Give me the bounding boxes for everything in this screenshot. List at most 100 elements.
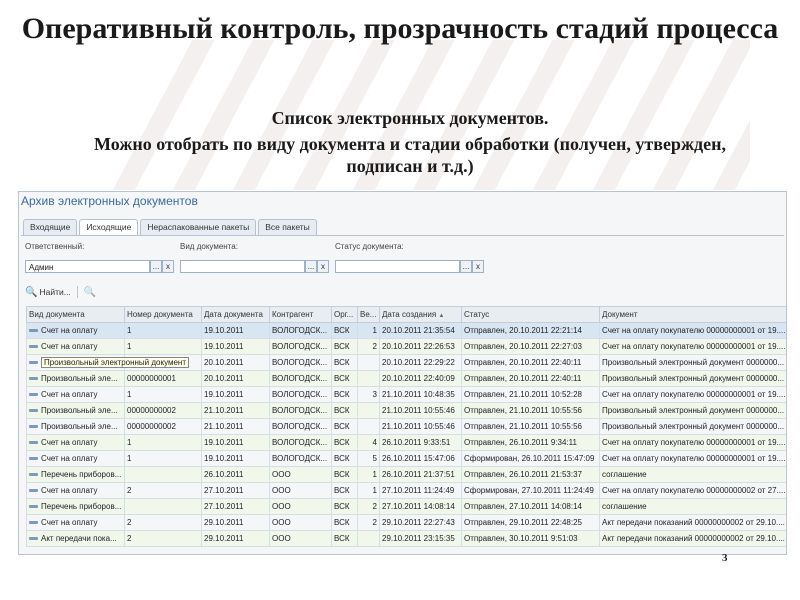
- cell-created: 27.10.2011 11:24:49: [379, 482, 462, 499]
- cell-status: Отправлен, 20.10.2011 22:40:11: [461, 354, 600, 371]
- status-select-button[interactable]: ...: [460, 260, 472, 273]
- col-document[interactable]: Документ: [599, 306, 786, 323]
- cell-created: 27.10.2011 14:08:14: [379, 498, 462, 515]
- doc-type-text: Счет на оплату: [41, 518, 98, 527]
- cell-document: Акт передачи показаний 00000000002 от 29…: [599, 514, 786, 531]
- cell-doc-type: Счет на оплату: [26, 322, 125, 339]
- table-row[interactable]: Произвольный эле... 00000000001 20.10.2011…: [26, 370, 786, 387]
- cancel-search-icon[interactable]: 🔍: [84, 287, 96, 298]
- cell-version: 4: [357, 434, 380, 451]
- cell-version: [357, 530, 380, 547]
- documents-table: Вид документа Номер документа Дата докум…: [26, 306, 786, 547]
- responsible-label: Ответственный:: [25, 242, 85, 251]
- cell-version: 2: [357, 498, 380, 515]
- cell-counterparty: ООО: [269, 498, 332, 515]
- col-doc-date[interactable]: Дата документа: [201, 306, 270, 323]
- responsible-field[interactable]: Админ: [25, 260, 150, 273]
- cell-doc-number: 1: [124, 450, 202, 467]
- status-field[interactable]: [335, 260, 460, 273]
- doc-type-text: Произвольный эле...: [41, 422, 118, 431]
- tab-unpacked-packages[interactable]: Нераспакованные пакеты: [140, 219, 257, 235]
- cell-doc-type: Произвольный эле...: [26, 370, 125, 387]
- table-row[interactable]: Счет на оплату 1 19.10.2011 ВОЛОГОДСК... ВСК…: [26, 386, 786, 403]
- cell-status: Отправлен, 21.10.2011 10:52:28: [461, 386, 600, 403]
- cell-org: ВСК: [331, 386, 358, 403]
- cell-doc-type: Произвольный электронный документ: [26, 354, 190, 371]
- doc-type-text: Перечень приборов...: [41, 502, 122, 511]
- cell-counterparty: ВОЛОГОДСК...: [269, 386, 332, 403]
- cell-doc-number: 2: [124, 514, 202, 531]
- col-org[interactable]: Орг...: [331, 306, 358, 323]
- cell-version: [357, 418, 380, 435]
- doc-type-text: Счет на оплату: [41, 438, 98, 447]
- cell-document: Счет на оплату покупателю 00000000001 от…: [599, 322, 786, 339]
- cell-doc-number: 00000000001: [124, 370, 202, 387]
- table-row[interactable]: Перечень приборов... 27.10.2011 ООО ВСК 2 27.…: [26, 498, 786, 515]
- table-row[interactable]: Счет на оплату 2 27.10.2011 ООО ВСК 1 27.10.20…: [26, 482, 786, 499]
- table-row[interactable]: Счет на оплату 1 19.10.2011 ВОЛОГОДСК... ВСК…: [26, 322, 786, 339]
- col-status[interactable]: Статус: [461, 306, 600, 323]
- doc-type-text: Акт передачи пока...: [41, 534, 117, 543]
- table-row[interactable]: Перечень приборов... 26.10.2011 ООО ВСК 1 26.…: [26, 466, 786, 483]
- cell-doc-date: 19.10.2011: [201, 322, 270, 339]
- table-row[interactable]: Счет на оплату 1 19.10.2011 ВОЛОГОДСК... ВСК…: [26, 450, 786, 467]
- document-icon: [29, 393, 38, 397]
- tab-outgoing[interactable]: Исходящие: [79, 219, 139, 236]
- col-doc-type[interactable]: Вид документа: [26, 306, 125, 323]
- col-doc-number[interactable]: Номер документа: [124, 306, 202, 323]
- tab-all-packages[interactable]: Все пакеты: [258, 219, 317, 235]
- cell-status: Сформирован, 26.10.2011 15:47:09: [461, 450, 600, 467]
- cell-doc-date: 26.10.2011: [201, 466, 270, 483]
- table-row[interactable]: Произвольный эле... 00000000002 21.10.2011…: [26, 402, 786, 419]
- document-icon: [29, 425, 38, 429]
- doc-type-clear-button[interactable]: x: [317, 260, 329, 273]
- cell-document: Счет на оплату покупателю 00000000001 от…: [599, 338, 786, 355]
- cell-created: 20.10.2011 22:26:53: [379, 338, 462, 355]
- cell-created: 26.10.2011 9:33:51: [379, 434, 462, 451]
- table-row[interactable]: Произвольный электронный документ 20.10.2…: [26, 354, 786, 371]
- cell-counterparty: ВОЛОГОДСК...: [269, 354, 332, 371]
- cell-status: Отправлен, 26.10.2011 9:34:11: [461, 434, 600, 451]
- cell-document: Произвольный электронный документ 000000…: [599, 370, 786, 387]
- cell-version: 3: [357, 386, 380, 403]
- status-clear-button[interactable]: x: [472, 260, 484, 273]
- cell-counterparty: ВОЛОГОДСК...: [269, 322, 332, 339]
- cell-doc-type: Счет на оплату: [26, 434, 125, 451]
- cell-created: 29.10.2011 23:15:35: [379, 530, 462, 547]
- table-row[interactable]: Счет на оплату 1 19.10.2011 ВОЛОГОДСК... ВСК…: [26, 434, 786, 451]
- cell-doc-date: 19.10.2011: [201, 434, 270, 451]
- cell-counterparty: ВОЛОГОДСК...: [269, 418, 332, 435]
- cell-status: Отправлен, 21.10.2011 10:55:56: [461, 402, 600, 419]
- col-version[interactable]: Ве...: [357, 306, 380, 323]
- responsible-select-button[interactable]: ...: [150, 260, 162, 273]
- document-icon: [29, 377, 38, 381]
- doc-type-text: Счет на оплату: [41, 326, 98, 335]
- table-row[interactable]: Счет на оплату 1 19.10.2011 ВОЛОГОДСК... ВСК…: [26, 338, 786, 355]
- doc-type-field[interactable]: [180, 260, 305, 273]
- col-created[interactable]: Дата создания ▲: [379, 306, 462, 323]
- col-counterparty[interactable]: Контрагент: [269, 306, 332, 323]
- window-title: Архив электронных документов: [21, 194, 198, 208]
- tab-incoming[interactable]: Входящие: [23, 219, 78, 235]
- cell-status: Отправлен, 30.10.2011 9:51:03: [461, 530, 600, 547]
- table-row[interactable]: Счет на оплату 2 29.10.2011 ООО ВСК 2 29.10.20…: [26, 514, 786, 531]
- cell-version: [357, 354, 380, 371]
- cell-doc-date: 27.10.2011: [201, 498, 270, 515]
- cell-doc-date: 21.10.2011: [201, 402, 270, 419]
- find-button[interactable]: 🔍 Найти...: [25, 287, 71, 298]
- cell-version: 1: [357, 466, 380, 483]
- cell-document: Произвольный электронный документ 000000…: [599, 354, 786, 371]
- cell-document: Счет на оплату покупателю 00000000001 от…: [599, 434, 786, 451]
- table-row[interactable]: Произвольный эле... 00000000002 21.10.2011…: [26, 418, 786, 435]
- doc-type-select-button[interactable]: ...: [305, 260, 317, 273]
- cell-doc-number: 2: [124, 482, 202, 499]
- cell-doc-number: 1: [124, 386, 202, 403]
- table-row[interactable]: Акт передачи пока... 2 29.10.2011 ООО ВСК 29.…: [26, 530, 786, 547]
- cell-doc-type: Счет на оплату: [26, 386, 125, 403]
- cell-document: Счет на оплату покупателю 00000000002 от…: [599, 482, 786, 499]
- document-icon: [29, 505, 38, 509]
- cell-created: 29.10.2011 22:27:43: [379, 514, 462, 531]
- cell-created: 20.10.2011 22:29:22: [379, 354, 462, 371]
- cell-created: 21.10.2011 10:48:35: [379, 386, 462, 403]
- responsible-clear-button[interactable]: x: [162, 260, 174, 273]
